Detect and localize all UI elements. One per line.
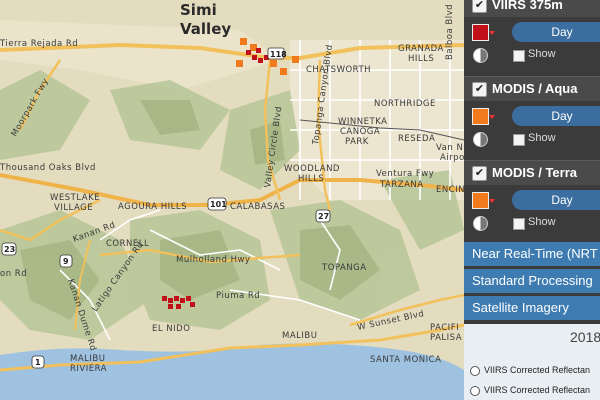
layer-viirs-checkbox[interactable]: ✔ [472,0,487,13]
hwy-9-shield: 9 [59,254,73,268]
svg-text:VILLAGE: VILLAGE [54,203,93,213]
layer-viirs-header[interactable]: ✔ VIIRS 375m [464,0,600,17]
hwy-101-shield: 101 [207,197,227,211]
svg-text:CALABASAS: CALABASAS [230,202,285,212]
hwy-23-shield: 23 [1,242,17,256]
layer-terra-header[interactable]: ✔ MODIS / Terra [464,160,600,185]
svg-text:9: 9 [63,257,69,266]
svg-text:AGOURA HILLS: AGOURA HILLS [118,202,187,212]
svg-text:MALIBU: MALIBU [70,354,105,364]
svg-text:Mulholland Hwy: Mulholland Hwy [176,255,250,265]
layer-terra-show-label: Show [528,216,556,228]
swatch-dropdown-icon[interactable] [489,31,495,35]
svg-text:101: 101 [210,200,227,209]
section-standard-processing[interactable]: Standard Processing [464,269,600,293]
hwy-118-shield: 118 [267,47,287,60]
label-simi-valley: Simi [180,1,217,19]
label-simi-valley-2: Valley [180,20,231,38]
svg-text:WOODLAND: WOODLAND [284,164,340,174]
svg-text:WINNETKA: WINNETKA [338,117,387,127]
svg-text:118: 118 [270,50,287,59]
svg-text:RIVIERA: RIVIERA [70,364,107,374]
swatch-dropdown-icon[interactable] [489,115,495,119]
svg-text:NORTHRIDGE: NORTHRIDGE [374,99,436,109]
svg-text:GRANADA: GRANADA [398,44,444,54]
hwy-27-shield: 27 [315,209,331,223]
svg-text:ENCIN: ENCIN [436,185,465,195]
svg-text:on Rd: on Rd [0,269,27,279]
layer-aqua-color-swatch[interactable] [472,108,489,125]
svg-text:MALIBU: MALIBU [282,331,317,341]
layer-aqua-title: MODIS / Aqua [492,81,578,96]
svg-text:CANOGA: CANOGA [340,127,380,137]
layer-terra-day-toggle[interactable]: Day [512,190,600,210]
svg-text:SANTA MONICA: SANTA MONICA [370,355,441,365]
svg-text:PACIFI: PACIFI [430,323,459,333]
layer-aqua-show-checkbox[interactable] [513,134,525,146]
svg-text:Balboa Blvd: Balboa Blvd [445,4,455,60]
svg-text:23: 23 [4,245,15,254]
svg-text:27: 27 [318,212,329,221]
imagery-option-1[interactable]: VIIRS Corrected Reflectan [484,365,590,375]
svg-text:EL NIDO: EL NIDO [152,324,190,334]
svg-text:Thousand Oaks Blvd: Thousand Oaks Blvd [0,163,96,173]
svg-text:HILLS: HILLS [408,54,434,64]
opacity-icon[interactable] [473,132,488,147]
layer-viirs-title: VIIRS 375m [492,0,563,12]
layer-aqua-checkbox[interactable]: ✔ [472,82,487,97]
opacity-icon[interactable] [473,48,488,63]
svg-text:Tierra Rejada Rd: Tierra Rejada Rd [0,39,78,49]
imagery-radio-2[interactable] [470,386,480,396]
layer-panel: ✔ VIIRS 375m Day Show ✔ MODIS / Aqua Day… [464,0,600,400]
svg-text:PARK: PARK [345,137,369,147]
svg-text:PALISA: PALISA [430,333,462,343]
svg-text:Piuma Rd: Piuma Rd [216,291,260,301]
svg-text:TOPANGA: TOPANGA [321,263,367,273]
svg-text:Van N: Van N [436,143,463,153]
layer-viirs-day-toggle[interactable]: Day [512,22,600,42]
layer-terra-checkbox[interactable]: ✔ [472,166,487,181]
layer-aqua-header[interactable]: ✔ MODIS / Aqua [464,76,600,101]
layer-aqua-show-label: Show [528,132,556,144]
svg-text:HILLS: HILLS [298,174,324,184]
svg-text:RESEDA: RESEDA [398,134,435,144]
svg-text:CHATSWORTH: CHATSWORTH [306,65,371,75]
layer-viirs-show-checkbox[interactable] [513,50,525,62]
layer-terra-show-checkbox[interactable] [513,218,525,230]
section-satellite-imagery[interactable]: Satellite Imagery [464,296,600,320]
section-near-real-time[interactable]: Near Real-Time (NRT [464,242,600,266]
svg-text:1: 1 [35,358,41,367]
svg-text:Airpo: Airpo [440,153,465,163]
svg-text:Ventura Fwy: Ventura Fwy [376,169,434,179]
swatch-dropdown-icon[interactable] [489,199,495,203]
svg-text:WESTLAKE: WESTLAKE [50,193,100,203]
svg-text:TARZANA: TARZANA [379,180,424,190]
layer-terra-color-swatch[interactable] [472,192,489,209]
year-label[interactable]: 2018 [570,329,600,345]
date-picker: 2018 VIIRS Corrected Reflectan VIIRS Cor… [464,324,600,400]
imagery-radio-1[interactable] [470,366,480,376]
layer-aqua-day-toggle[interactable]: Day [512,106,600,126]
imagery-option-2[interactable]: VIIRS Corrected Reflectan [484,385,590,395]
layer-terra-title: MODIS / Terra [492,165,578,180]
hwy-1-shield: 1 [31,355,45,369]
layer-viirs-color-swatch[interactable] [472,24,489,41]
opacity-icon[interactable] [473,216,488,231]
layer-viirs-show-label: Show [528,48,556,60]
